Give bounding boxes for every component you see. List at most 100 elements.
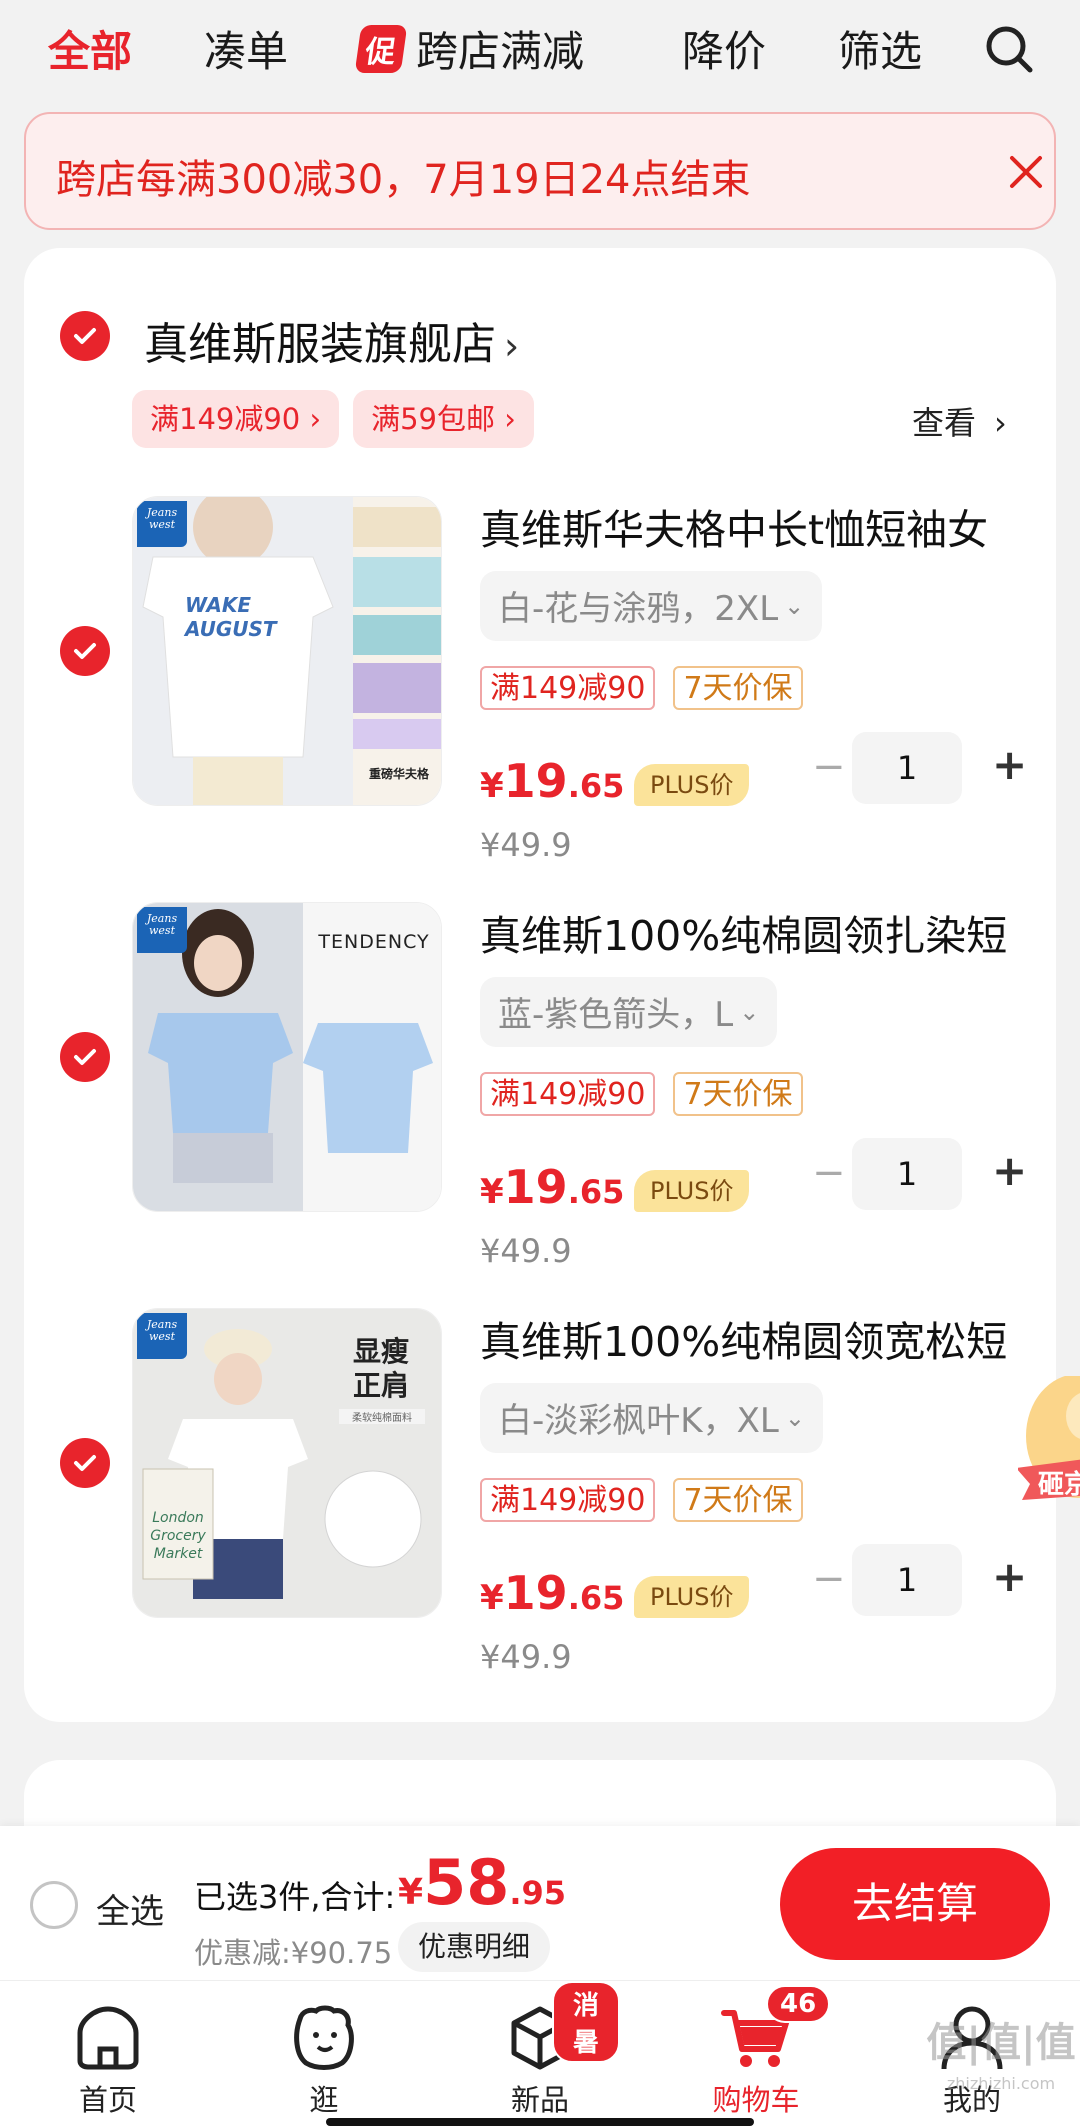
tab-cross-store[interactable]: 促跨店满减 — [354, 18, 585, 79]
chevron-down-icon: ⌄ — [784, 1404, 805, 1432]
qty-decrease-button[interactable]: − — [812, 1556, 846, 1602]
spec-label: 蓝-紫色箭头，L — [498, 995, 734, 1035]
checkout-button[interactable]: 去结算 — [780, 1848, 1050, 1960]
item-checkbox[interactable] — [60, 1032, 110, 1082]
egg-icon — [1018, 1376, 1080, 1500]
qty-decrease-button[interactable]: − — [812, 744, 846, 790]
fabric-swatches — [353, 497, 441, 805]
promo-tag: 满149减90 — [480, 1072, 656, 1116]
filter-tabs: 全部 凑单 促跨店满减 降价 筛选 — [0, 0, 1080, 96]
guarantee-tag: 7天价保 — [673, 1478, 803, 1522]
nav-new[interactable]: 新品 消暑 — [460, 1981, 620, 2128]
product-image[interactable]: TENDENCY Jeans west — [132, 902, 442, 1212]
floating-promo-ball[interactable]: 砸京 — [1018, 1376, 1080, 1526]
item-price: ¥19.65 — [480, 1566, 624, 1620]
item-checkbox[interactable] — [60, 626, 110, 676]
original-price: ¥49.9 — [480, 1638, 572, 1676]
product-image[interactable]: WAKE AUGUST 重磅华夫格 Jeans west — [132, 496, 442, 806]
store-tag-shipping[interactable]: 满59包邮 › — [353, 390, 534, 448]
promo-badge: 促 — [354, 25, 408, 73]
checkmark-icon — [74, 1455, 96, 1471]
store-name: 真维斯服装旗舰店 — [144, 319, 496, 370]
qty-input[interactable]: 1 — [852, 1138, 962, 1210]
view-more-label: 查看 — [912, 404, 977, 442]
store-tag-discount[interactable]: 满149减90 › — [132, 390, 340, 448]
original-price: ¥49.9 — [480, 1232, 572, 1270]
chevron-down-icon: ⌄ — [739, 998, 760, 1026]
thumb-side-text: 重磅华夫格 — [368, 767, 429, 781]
chevron-right-icon: › — [994, 404, 1007, 442]
qty-decrease-button[interactable]: − — [812, 1150, 846, 1196]
tab-bundle[interactable]: 凑单 — [204, 18, 288, 79]
cart-item: 显瘦 正肩 柔软纯棉面料 London Grocery Market Jeans… — [24, 1308, 1056, 1688]
plus-price-badge: PLUS价 — [634, 1576, 750, 1618]
search-icon[interactable] — [982, 22, 1036, 76]
price-currency: ¥ — [480, 1578, 504, 1618]
price-decimal: .65 — [567, 1173, 625, 1211]
thumb-subtext: 柔软纯棉面料 — [339, 1409, 425, 1424]
bottom-nav: 首页 逛 新品 消暑 购物车 46 我的 — [0, 1980, 1080, 2128]
dog-face-icon — [294, 2005, 354, 2070]
nav-home-label: 首页 — [78, 2083, 137, 2117]
spec-selector[interactable]: 白-淡彩枫叶K，XL ⌄ — [480, 1383, 823, 1453]
price-decimal: .65 — [567, 767, 625, 805]
discount-amount: 优惠减:¥90.75 — [194, 1936, 393, 1970]
store-name-link[interactable]: 真维斯服装旗舰店 › — [144, 308, 519, 372]
product-image[interactable]: 显瘦 正肩 柔软纯棉面料 London Grocery Market Jeans… — [132, 1308, 442, 1618]
thumb-headline: 显瘦 正肩 — [352, 1335, 409, 1402]
store-tag-label: 满59包邮 — [371, 402, 495, 436]
close-icon[interactable] — [1004, 150, 1048, 194]
qty-increase-button[interactable]: + — [992, 1146, 1027, 1195]
promo-banner: 跨店每满300减30，7月19日24点结束 — [24, 112, 1056, 230]
spec-selector[interactable]: 白-花与涂鸦，2XL ⌄ — [480, 571, 823, 641]
nav-cart[interactable]: 购物车 46 — [676, 1981, 836, 2128]
checkmark-icon — [74, 1049, 96, 1065]
nav-browse[interactable]: 逛 — [244, 1981, 404, 2128]
spec-selector[interactable]: 蓝-紫色箭头，L ⌄ — [480, 977, 778, 1047]
banner-text: 跨店每满300减30，7月19日24点结束 — [56, 157, 751, 203]
checkmark-icon — [74, 328, 96, 344]
discount-detail-button[interactable]: 优惠明细 — [398, 1922, 551, 1972]
qty-input[interactable]: 1 — [852, 732, 962, 804]
plus-price-badge: PLUS价 — [634, 1170, 750, 1212]
home-icon — [77, 2006, 139, 2070]
nav-new-label: 新品 — [510, 2083, 569, 2117]
price-integer: 19 — [503, 1566, 568, 1620]
item-price: ¥19.65 — [480, 754, 624, 808]
item-title[interactable]: 真维斯100%纯棉圆领扎染短 — [480, 902, 1040, 962]
brand-logo: Jeans west — [137, 907, 187, 953]
price-integer: 19 — [503, 754, 568, 808]
chevron-down-icon: ⌄ — [784, 592, 805, 620]
brand-logo: Jeans west — [137, 1313, 187, 1359]
home-indicator — [326, 2118, 754, 2126]
nav-home[interactable]: 首页 — [28, 1981, 188, 2128]
item-title[interactable]: 真维斯华夫格中长t恤短袖女 — [480, 496, 1040, 556]
plus-price-badge: PLUS价 — [634, 764, 750, 806]
item-title[interactable]: 真维斯100%纯棉圆领宽松短 — [480, 1308, 1040, 1368]
store-checkbox[interactable] — [60, 311, 110, 361]
select-all-checkbox[interactable] — [30, 1881, 78, 1929]
bag-text: London Grocery Market — [150, 1510, 206, 1562]
qty-input[interactable]: 1 — [852, 1544, 962, 1616]
select-all-label[interactable]: 全选 — [96, 1884, 164, 1933]
qty-increase-button[interactable]: + — [992, 740, 1027, 789]
spec-label: 白-淡彩枫叶K，XL — [498, 1401, 779, 1441]
floating-ball-label: 砸京 — [1038, 1470, 1080, 1500]
watermark-sub: zhizhizhi.com — [946, 2074, 1056, 2093]
item-checkbox[interactable] — [60, 1438, 110, 1488]
price-currency: ¥ — [480, 1172, 504, 1212]
chevron-right-icon: › — [504, 324, 520, 368]
store-tags: 满149减90 › 满59包邮 › — [132, 390, 534, 448]
brand-logo: Jeans west — [137, 501, 187, 547]
checkout-bar: 全选 已选3件,合计: ¥58.95 优惠减:¥90.75 优惠明细 去结算 — [0, 1826, 1080, 1980]
qty-increase-button[interactable]: + — [992, 1552, 1027, 1601]
spec-label: 白-花与涂鸦，2XL — [498, 589, 779, 629]
item-tags: 满149减90 7天价保 — [480, 1478, 803, 1522]
tab-price-drop[interactable]: 降价 — [682, 18, 766, 79]
nav-cart-label: 购物车 — [712, 2083, 800, 2117]
tab-cross-store-label: 跨店满减 — [416, 27, 585, 76]
total-integer: 58 — [423, 1846, 510, 1919]
tab-filter[interactable]: 筛选 — [838, 18, 922, 79]
view-more-link[interactable]: 查看 › — [912, 398, 1007, 444]
tab-all[interactable]: 全部 — [48, 18, 132, 79]
